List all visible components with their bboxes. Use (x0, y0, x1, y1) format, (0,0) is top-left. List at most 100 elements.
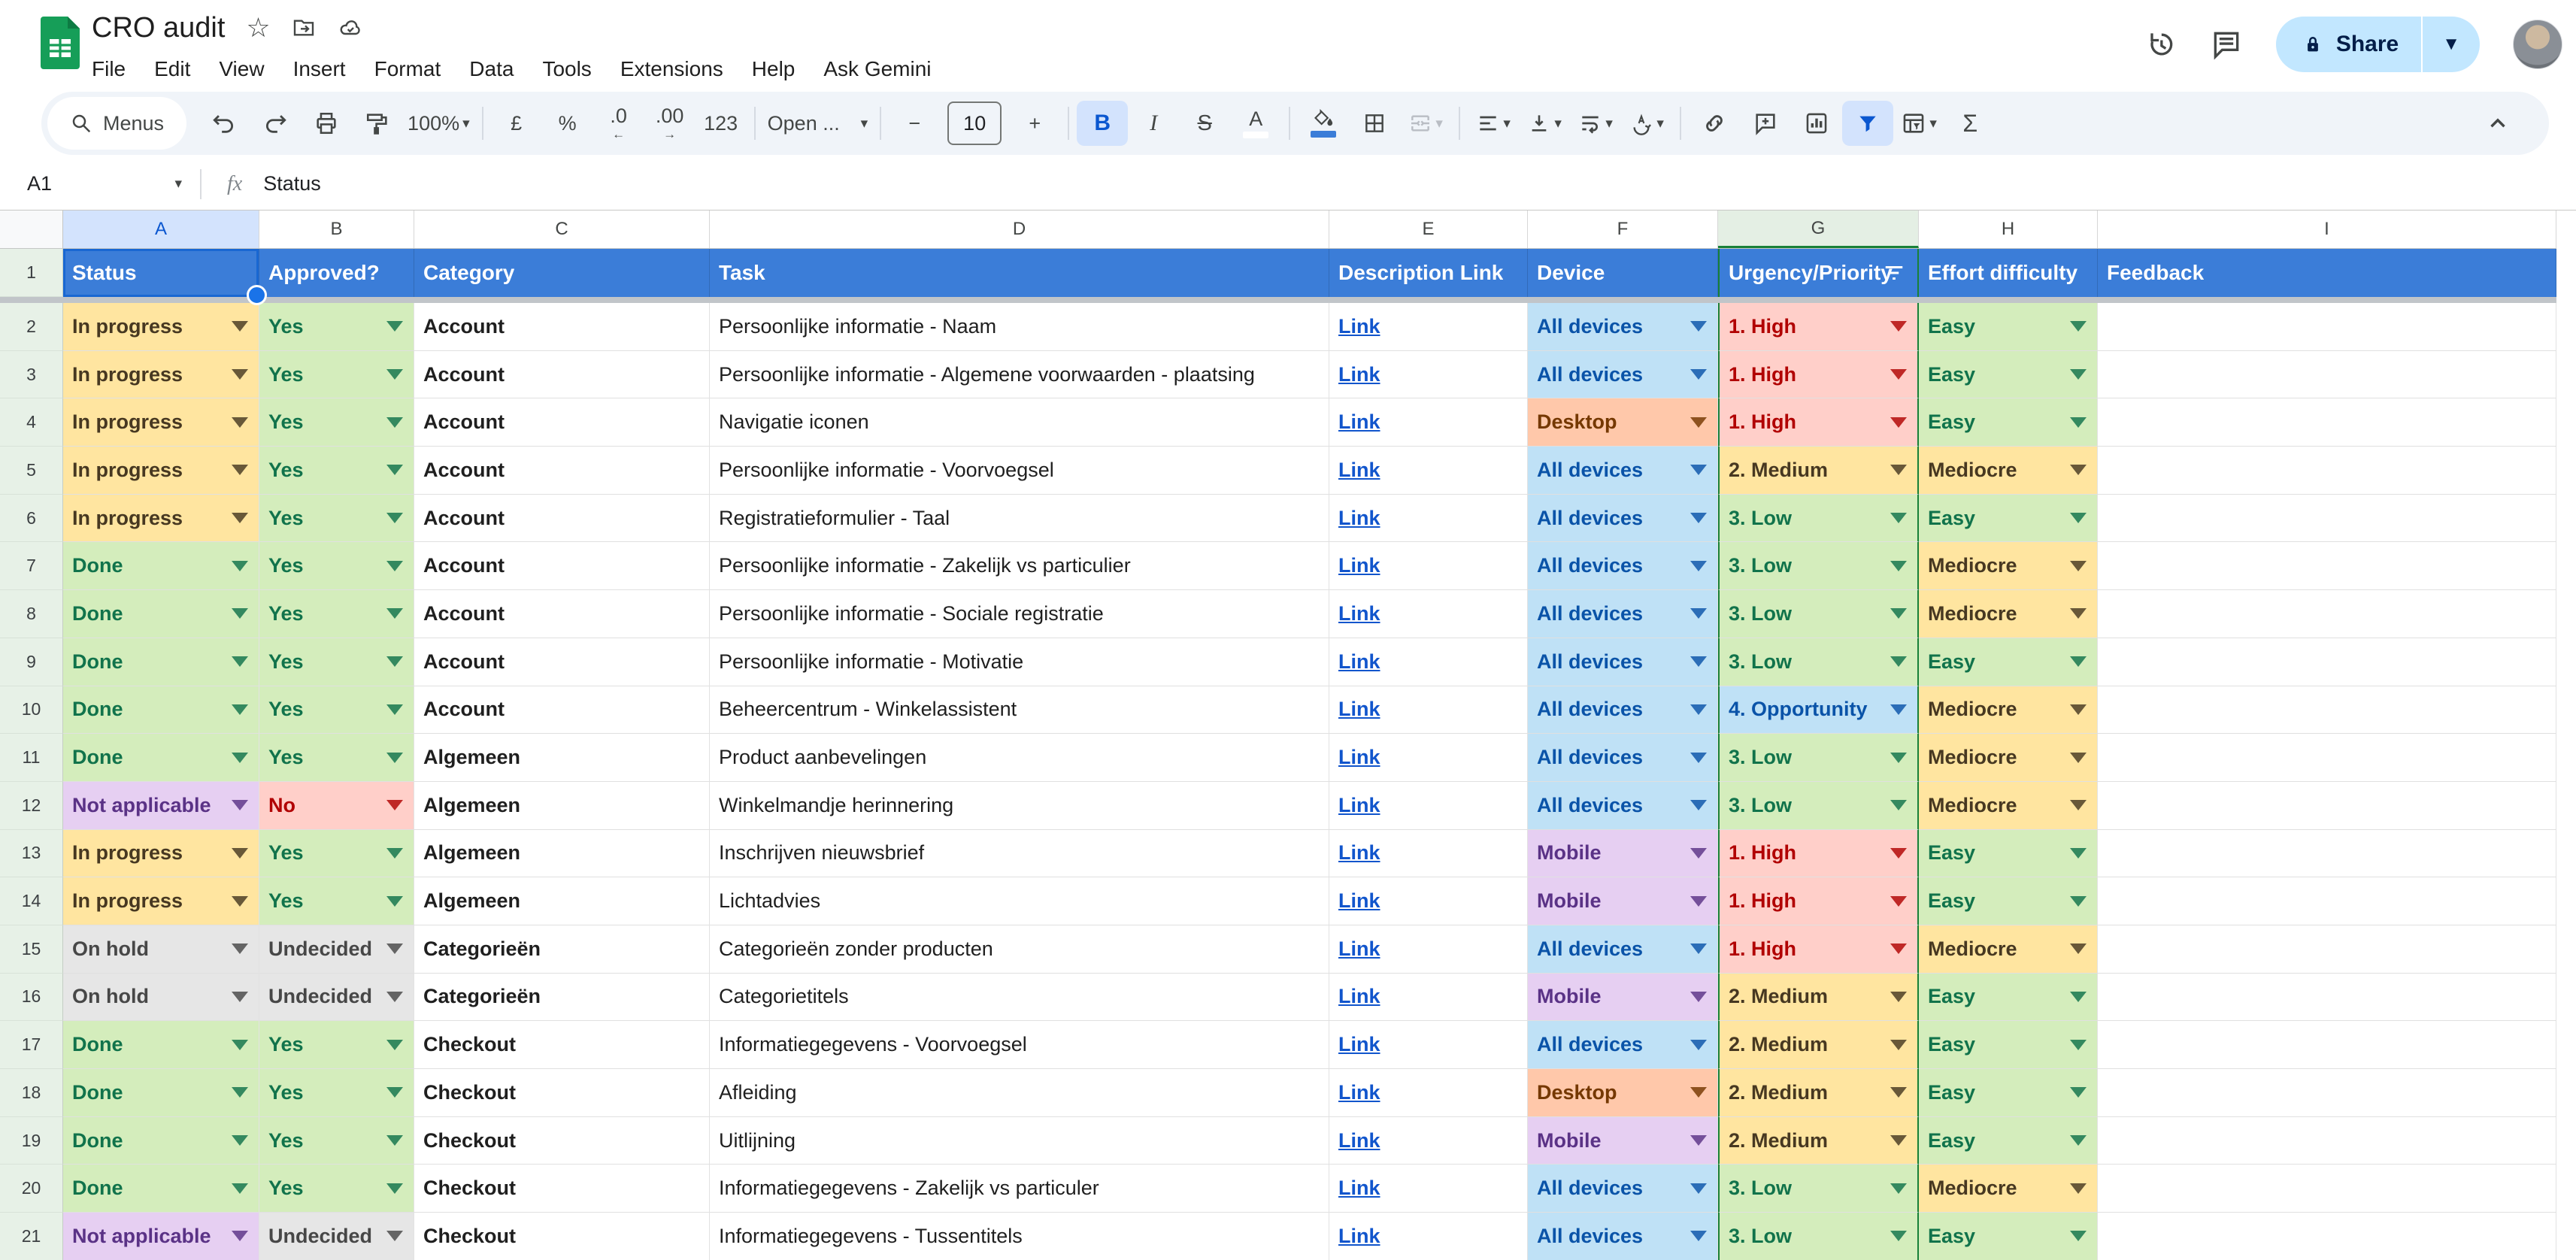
description-link-cell[interactable]: Link (1329, 638, 1528, 686)
feedback-cell[interactable] (2098, 590, 2556, 638)
description-link-cell[interactable]: Link (1329, 495, 1528, 543)
effort-cell[interactable]: Easy (1919, 877, 2098, 925)
approved-cell[interactable]: Yes (259, 590, 414, 638)
status-cell[interactable]: In progress (63, 351, 259, 399)
dropdown-caret-icon[interactable] (1890, 1231, 1907, 1241)
description-link[interactable]: Link (1338, 1177, 1380, 1200)
dropdown-caret-icon[interactable] (1690, 1231, 1707, 1241)
urgency-cell[interactable]: 3. Low (1718, 590, 1919, 638)
description-link[interactable]: Link (1338, 1129, 1380, 1152)
column-header-A[interactable]: A (63, 211, 259, 248)
effort-cell[interactable]: Easy (1919, 1069, 2098, 1117)
row-number-6[interactable]: 6 (0, 495, 63, 543)
status-cell[interactable]: In progress (63, 877, 259, 925)
approved-cell[interactable]: Undecided (259, 1213, 414, 1260)
task-cell[interactable]: Persoonlijke informatie - Motivatie (710, 638, 1329, 686)
description-link[interactable]: Link (1338, 602, 1380, 625)
effort-cell[interactable]: Easy (1919, 398, 2098, 447)
approved-cell[interactable]: Yes (259, 351, 414, 399)
dropdown-caret-icon[interactable] (1890, 992, 1907, 1002)
insert-comment-button[interactable] (1740, 101, 1791, 146)
dropdown-caret-icon[interactable] (1690, 369, 1707, 380)
description-link[interactable]: Link (1338, 1081, 1380, 1104)
task-cell[interactable]: Beheercentrum - Winkelassistent (710, 686, 1329, 734)
dropdown-caret-icon[interactable] (232, 800, 248, 810)
status-cell[interactable]: Done (63, 1117, 259, 1165)
approved-cell[interactable]: Yes (259, 495, 414, 543)
header-cell-description-link[interactable]: Description Link (1329, 249, 1528, 297)
task-cell[interactable]: Navigatie iconen (710, 398, 1329, 447)
dropdown-caret-icon[interactable] (386, 1135, 403, 1146)
status-cell[interactable]: Done (63, 734, 259, 782)
task-cell[interactable]: Product aanbevelingen (710, 734, 1329, 782)
dropdown-caret-icon[interactable] (1890, 704, 1907, 715)
undo-button[interactable] (199, 101, 250, 146)
category-cell[interactable]: Account (414, 590, 710, 638)
description-link-cell[interactable]: Link (1329, 447, 1528, 495)
dropdown-caret-icon[interactable] (1690, 800, 1707, 810)
description-link-cell[interactable]: Link (1329, 782, 1528, 830)
dropdown-caret-icon[interactable] (2070, 800, 2087, 810)
dropdown-caret-icon[interactable] (1890, 608, 1907, 619)
dropdown-caret-icon[interactable] (1890, 896, 1907, 907)
description-link-cell[interactable]: Link (1329, 1165, 1528, 1213)
category-cell[interactable]: Account (414, 447, 710, 495)
column-header-I[interactable]: I (2098, 211, 2556, 248)
text-wrap-button[interactable]: ▾ (1570, 101, 1621, 146)
description-link[interactable]: Link (1338, 554, 1380, 577)
dropdown-caret-icon[interactable] (1690, 943, 1707, 954)
approved-cell[interactable]: Yes (259, 447, 414, 495)
dropdown-caret-icon[interactable] (1890, 561, 1907, 571)
column-filter-icon[interactable] (1883, 263, 1905, 283)
device-cell[interactable]: All devices (1528, 782, 1718, 830)
dropdown-caret-icon[interactable] (232, 417, 248, 428)
task-cell[interactable]: Informatiegegevens - Tussentitels (710, 1213, 1329, 1260)
task-cell[interactable]: Winkelmandje herinnering (710, 782, 1329, 830)
italic-button[interactable]: I (1128, 101, 1179, 146)
dropdown-caret-icon[interactable] (1890, 465, 1907, 475)
category-cell[interactable]: Checkout (414, 1213, 710, 1260)
dropdown-caret-icon[interactable] (386, 608, 403, 619)
device-cell[interactable]: All devices (1528, 734, 1718, 782)
description-link[interactable]: Link (1338, 698, 1380, 721)
description-link[interactable]: Link (1338, 841, 1380, 865)
text-color-button[interactable]: A (1230, 101, 1281, 146)
urgency-cell[interactable]: 1. High (1718, 303, 1919, 351)
urgency-cell[interactable]: 1. High (1718, 925, 1919, 974)
effort-cell[interactable]: Mediocre (1919, 590, 2098, 638)
feedback-cell[interactable] (2098, 974, 2556, 1022)
description-link-cell[interactable]: Link (1329, 590, 1528, 638)
column-header-E[interactable]: E (1329, 211, 1528, 248)
effort-cell[interactable]: Easy (1919, 638, 2098, 686)
row-number-17[interactable]: 17 (0, 1021, 63, 1069)
dropdown-caret-icon[interactable] (386, 465, 403, 475)
dropdown-caret-icon[interactable] (386, 943, 403, 954)
urgency-cell[interactable]: 2. Medium (1718, 1069, 1919, 1117)
category-cell[interactable]: Account (414, 638, 710, 686)
increase-decimal-button[interactable]: .00→ (644, 101, 696, 146)
description-link[interactable]: Link (1338, 746, 1380, 769)
dropdown-caret-icon[interactable] (1890, 513, 1907, 523)
bold-button[interactable]: B (1077, 101, 1128, 146)
row-number-11[interactable]: 11 (0, 734, 63, 782)
description-link[interactable]: Link (1338, 1225, 1380, 1248)
dropdown-caret-icon[interactable] (232, 1231, 248, 1241)
insert-link-button[interactable] (1689, 101, 1740, 146)
menu-edit[interactable]: Edit (140, 53, 205, 86)
dropdown-caret-icon[interactable] (386, 800, 403, 810)
task-cell[interactable]: Registratieformulier - Taal (710, 495, 1329, 543)
effort-cell[interactable]: Easy (1919, 1021, 2098, 1069)
menu-tools[interactable]: Tools (528, 53, 605, 86)
device-cell[interactable]: All devices (1528, 1021, 1718, 1069)
text-rotation-button[interactable]: ▾ (1621, 101, 1672, 146)
dropdown-caret-icon[interactable] (1690, 608, 1707, 619)
feedback-cell[interactable] (2098, 542, 2556, 590)
category-cell[interactable]: Checkout (414, 1021, 710, 1069)
dropdown-caret-icon[interactable] (386, 417, 403, 428)
header-cell-task[interactable]: Task (710, 249, 1329, 297)
status-cell[interactable]: In progress (63, 830, 259, 878)
task-cell[interactable]: Persoonlijke informatie - Algemene voorw… (710, 351, 1329, 399)
urgency-cell[interactable]: 2. Medium (1718, 974, 1919, 1022)
urgency-cell[interactable]: 3. Low (1718, 782, 1919, 830)
dropdown-caret-icon[interactable] (1690, 513, 1707, 523)
